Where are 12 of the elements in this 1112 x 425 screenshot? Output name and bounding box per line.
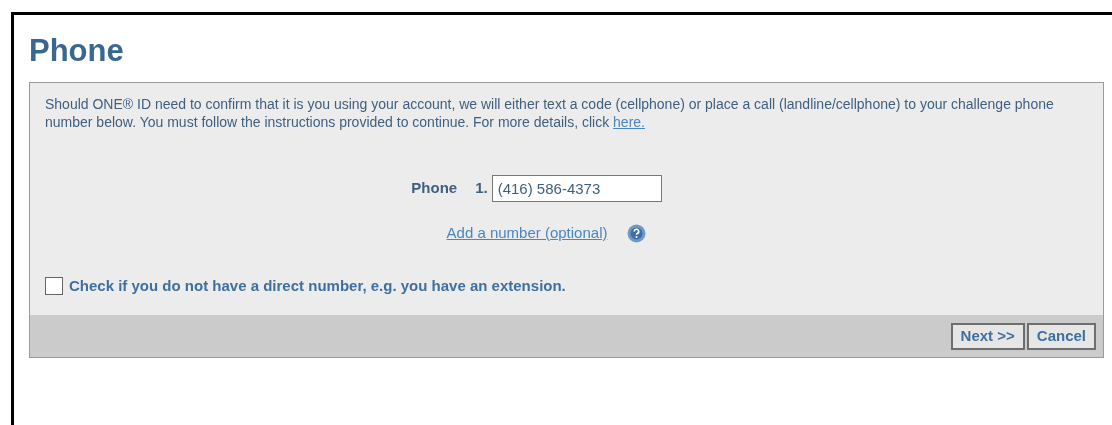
phone-input-field[interactable]: (416) 586-4373 xyxy=(491,175,662,202)
page-title: Phone xyxy=(29,35,124,66)
here-link[interactable]: here. xyxy=(613,114,645,130)
help-icon[interactable] xyxy=(627,223,647,243)
extension-label: Check if you do not have a direct number, e.g. you have an extension. xyxy=(69,275,566,296)
add-number-link[interactable]: Add a number (optional) xyxy=(446,222,608,245)
extension-checkbox[interactable] xyxy=(45,276,63,295)
phone-index: 1. xyxy=(475,178,488,199)
next-button[interactable]: Next >> xyxy=(950,322,1025,350)
cancel-button[interactable]: Cancel xyxy=(1026,322,1096,350)
intro-paragraph: Should ONE® ID need to confirm that it is you using your account, we will either text a code (cellphone) or place a call (landline/cellphone) to your challenge phone number below. You must follow the instructions provided to continue. For more details, click here. xyxy=(45,95,1055,131)
phone-label: Phone xyxy=(411,178,458,199)
